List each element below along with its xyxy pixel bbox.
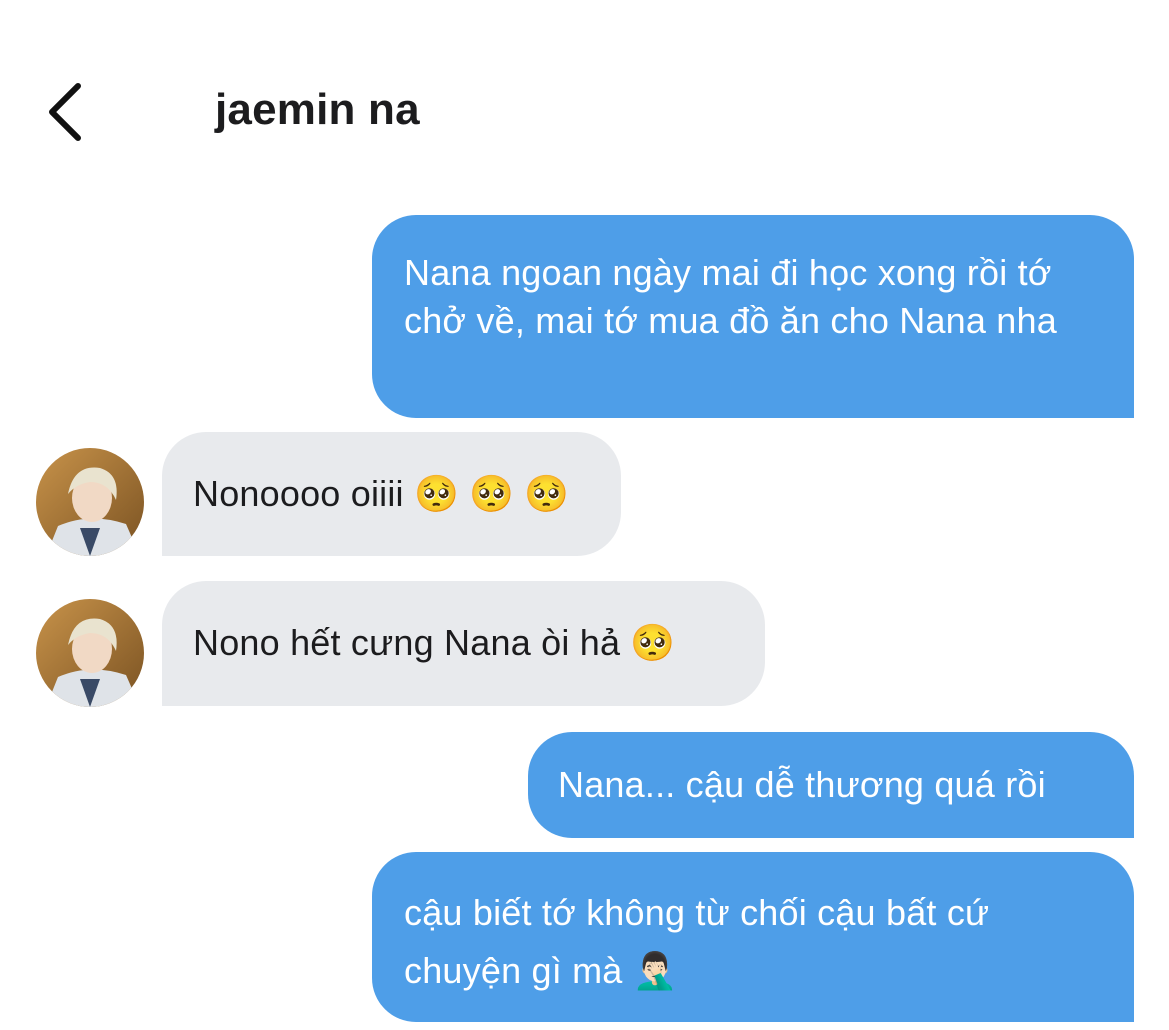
message-text: Nono hết cưng Nana òi hả 🥺 xyxy=(193,622,676,663)
message-bubble-received[interactable]: Nonoooo oiiii 🥺 🥺 🥺 xyxy=(162,432,621,556)
message-bubble-sent[interactable]: Nana... cậu dễ thương quá rồi xyxy=(528,732,1134,838)
message-text: Nana ngoan ngày mai đi học xong rồi tớ c… xyxy=(404,252,1057,341)
avatar[interactable] xyxy=(36,448,144,556)
conversation-title: jaemin na xyxy=(215,85,420,134)
message-bubble-received[interactable]: Nono hết cưng Nana òi hả 🥺 xyxy=(162,581,765,706)
message-bubble-sent[interactable]: cậu biết tớ không từ chối cậu bất cứ chu… xyxy=(372,852,1134,1022)
back-button[interactable] xyxy=(40,76,92,148)
message-text: Nonoooo oiiii 🥺 🥺 🥺 xyxy=(193,473,570,514)
message-text: Nana... cậu dễ thương quá rồi xyxy=(558,764,1046,805)
message-bubble-sent[interactable]: Nana ngoan ngày mai đi học xong rồi tớ c… xyxy=(372,215,1134,418)
chevron-left-icon xyxy=(49,83,81,141)
avatar[interactable] xyxy=(36,599,144,707)
message-text: cậu biết tớ không từ chối cậu bất cứ chu… xyxy=(404,892,990,991)
